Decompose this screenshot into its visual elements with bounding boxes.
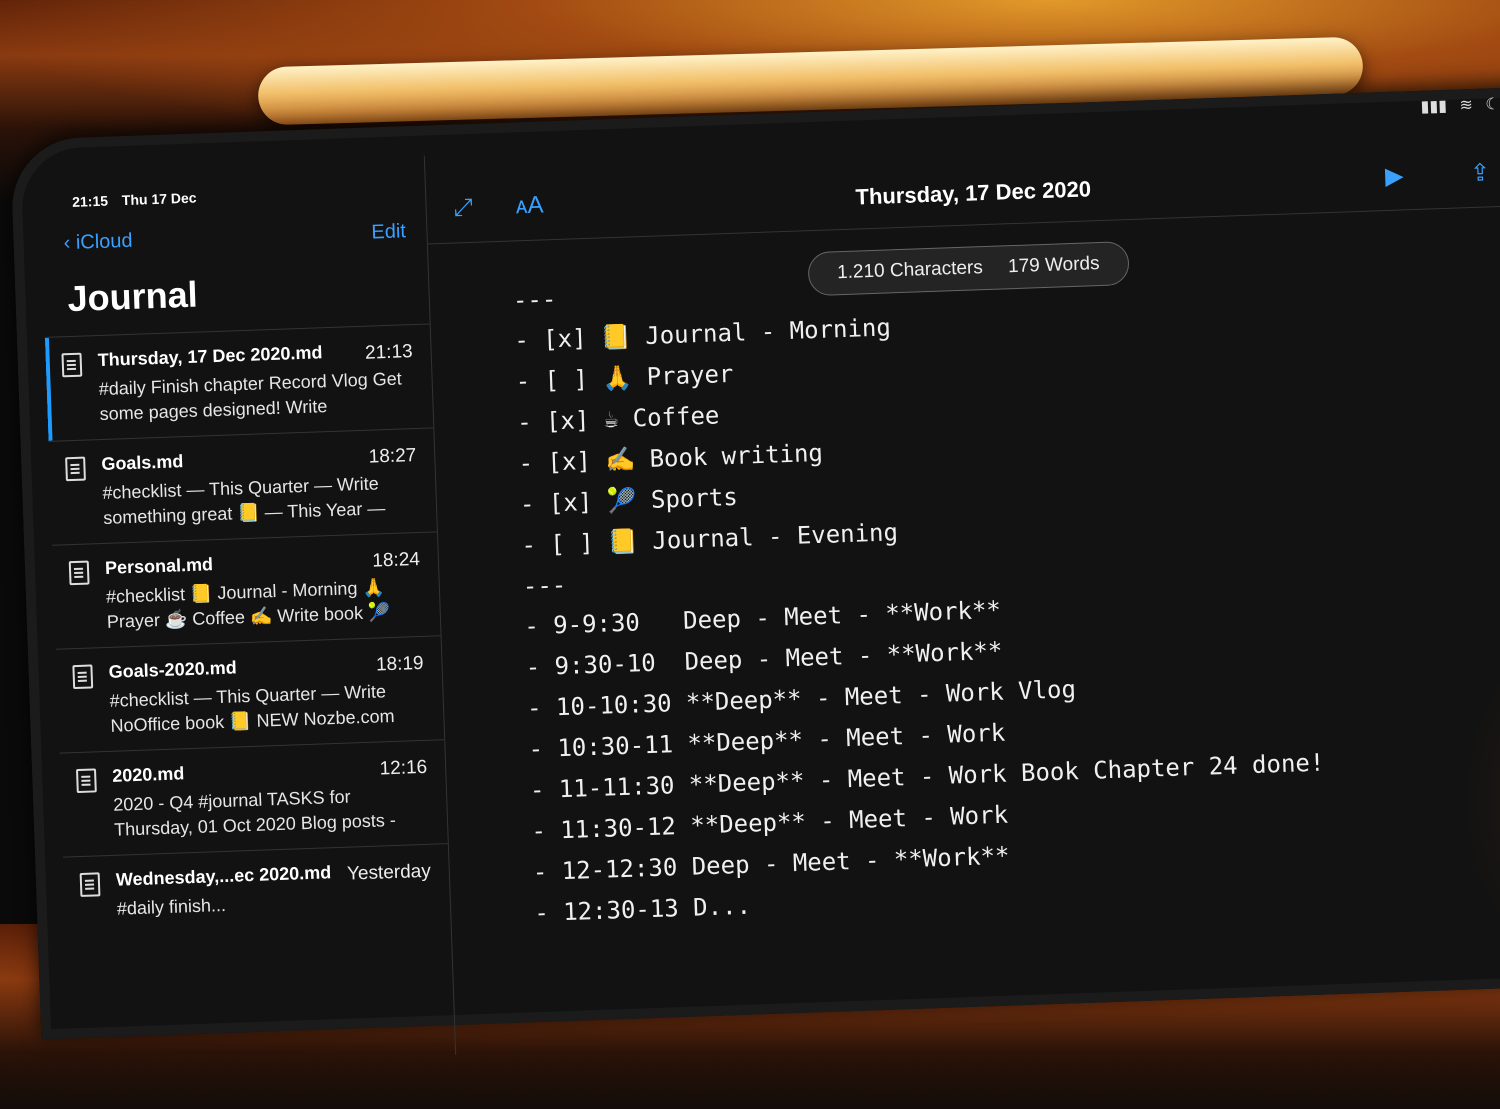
editor-toolbar: ⤢ ᴀA Thursday, 17 Dec 2020 ▶ ⇪ xyxy=(423,115,1500,245)
moon-icon: ☾ xyxy=(1485,95,1500,114)
note-preview: #daily finish... xyxy=(116,894,227,919)
expand-icon[interactable]: ⤢ xyxy=(453,194,473,223)
note-item[interactable]: Goals.md 18:27 #checklist — This Quarter… xyxy=(48,427,437,545)
note-preview: 2020 - Q4 #journal TASKS for Thursday, 0… xyxy=(112,786,397,840)
wifi-icon: ≋ xyxy=(1459,96,1474,115)
notes-list: Thursday, 17 Dec 2020.md 21:13 #daily Fi… xyxy=(44,323,452,961)
document-icon xyxy=(68,560,90,586)
note-time: 12:16 xyxy=(379,756,428,780)
note-item[interactable]: Thursday, 17 Dec 2020.md 21:13 #daily Fi… xyxy=(44,323,434,441)
font-size-icon[interactable]: ᴀA xyxy=(515,191,544,220)
back-button[interactable]: ‹ iCloud xyxy=(63,230,133,255)
play-icon[interactable]: ▶ xyxy=(1385,161,1404,191)
page-title: Journal xyxy=(66,273,199,320)
note-item[interactable]: Personal.md 18:24 #checklist 📒 Journal -… xyxy=(52,531,441,649)
document-icon xyxy=(65,456,86,482)
note-preview: #checklist — This Quarter — Write NoOffi… xyxy=(109,681,395,736)
editor-pane: ⤢ ᴀA Thursday, 17 Dec 2020 ▶ ⇪ 1.210 Cha… xyxy=(423,115,1500,1060)
document-icon xyxy=(79,872,101,898)
note-preview: #daily Finish chapter Record Vlog Get so… xyxy=(98,368,403,425)
document-icon xyxy=(72,664,94,690)
note-preview: #checklist — This Quarter — Write someth… xyxy=(102,473,386,528)
document-icon xyxy=(75,768,97,794)
document-title: Thursday, 17 Dec 2020 xyxy=(855,176,1092,210)
note-time: 18:24 xyxy=(372,548,421,572)
sidebar: ‹ iCloud Edit Journal Thursday, 17 Dec 2… xyxy=(39,155,457,1069)
note-preview: #checklist 📒 Journal - Morning 🙏 Prayer … xyxy=(105,577,391,632)
share-icon[interactable]: ⇪ xyxy=(1470,158,1491,188)
note-time: 18:27 xyxy=(368,445,417,468)
signal-icon: ▮▮▮ xyxy=(1420,97,1448,116)
note-item[interactable]: Wednesday,...ec 2020.md Yesterday #daily… xyxy=(63,843,452,961)
back-label: iCloud xyxy=(75,229,133,254)
document-icon xyxy=(61,352,83,378)
note-time: 18:19 xyxy=(375,652,424,676)
note-item[interactable]: 2020.md 12:16 2020 - Q4 #journal TASKS f… xyxy=(59,739,448,857)
tablet-screen: 21:15 Thu 17 Dec ▮▮▮ ≋ ☾ ‹ iCloud Edit J… xyxy=(10,85,1500,1069)
editor-text[interactable]: --- - [x] 📒 Journal - Morning - [ ] 🙏 Pr… xyxy=(512,253,1329,934)
note-item[interactable]: Goals-2020.md 18:19 #checklist — This Qu… xyxy=(55,635,445,753)
edit-button[interactable]: Edit xyxy=(371,220,406,244)
chevron-left-icon: ‹ xyxy=(63,231,71,255)
note-time: 21:13 xyxy=(364,341,413,364)
system-icons: ▮▮▮ ≋ ☾ xyxy=(1412,94,1500,117)
note-time: Yesterday xyxy=(346,860,432,885)
hand-reflection xyxy=(1451,620,1500,1060)
